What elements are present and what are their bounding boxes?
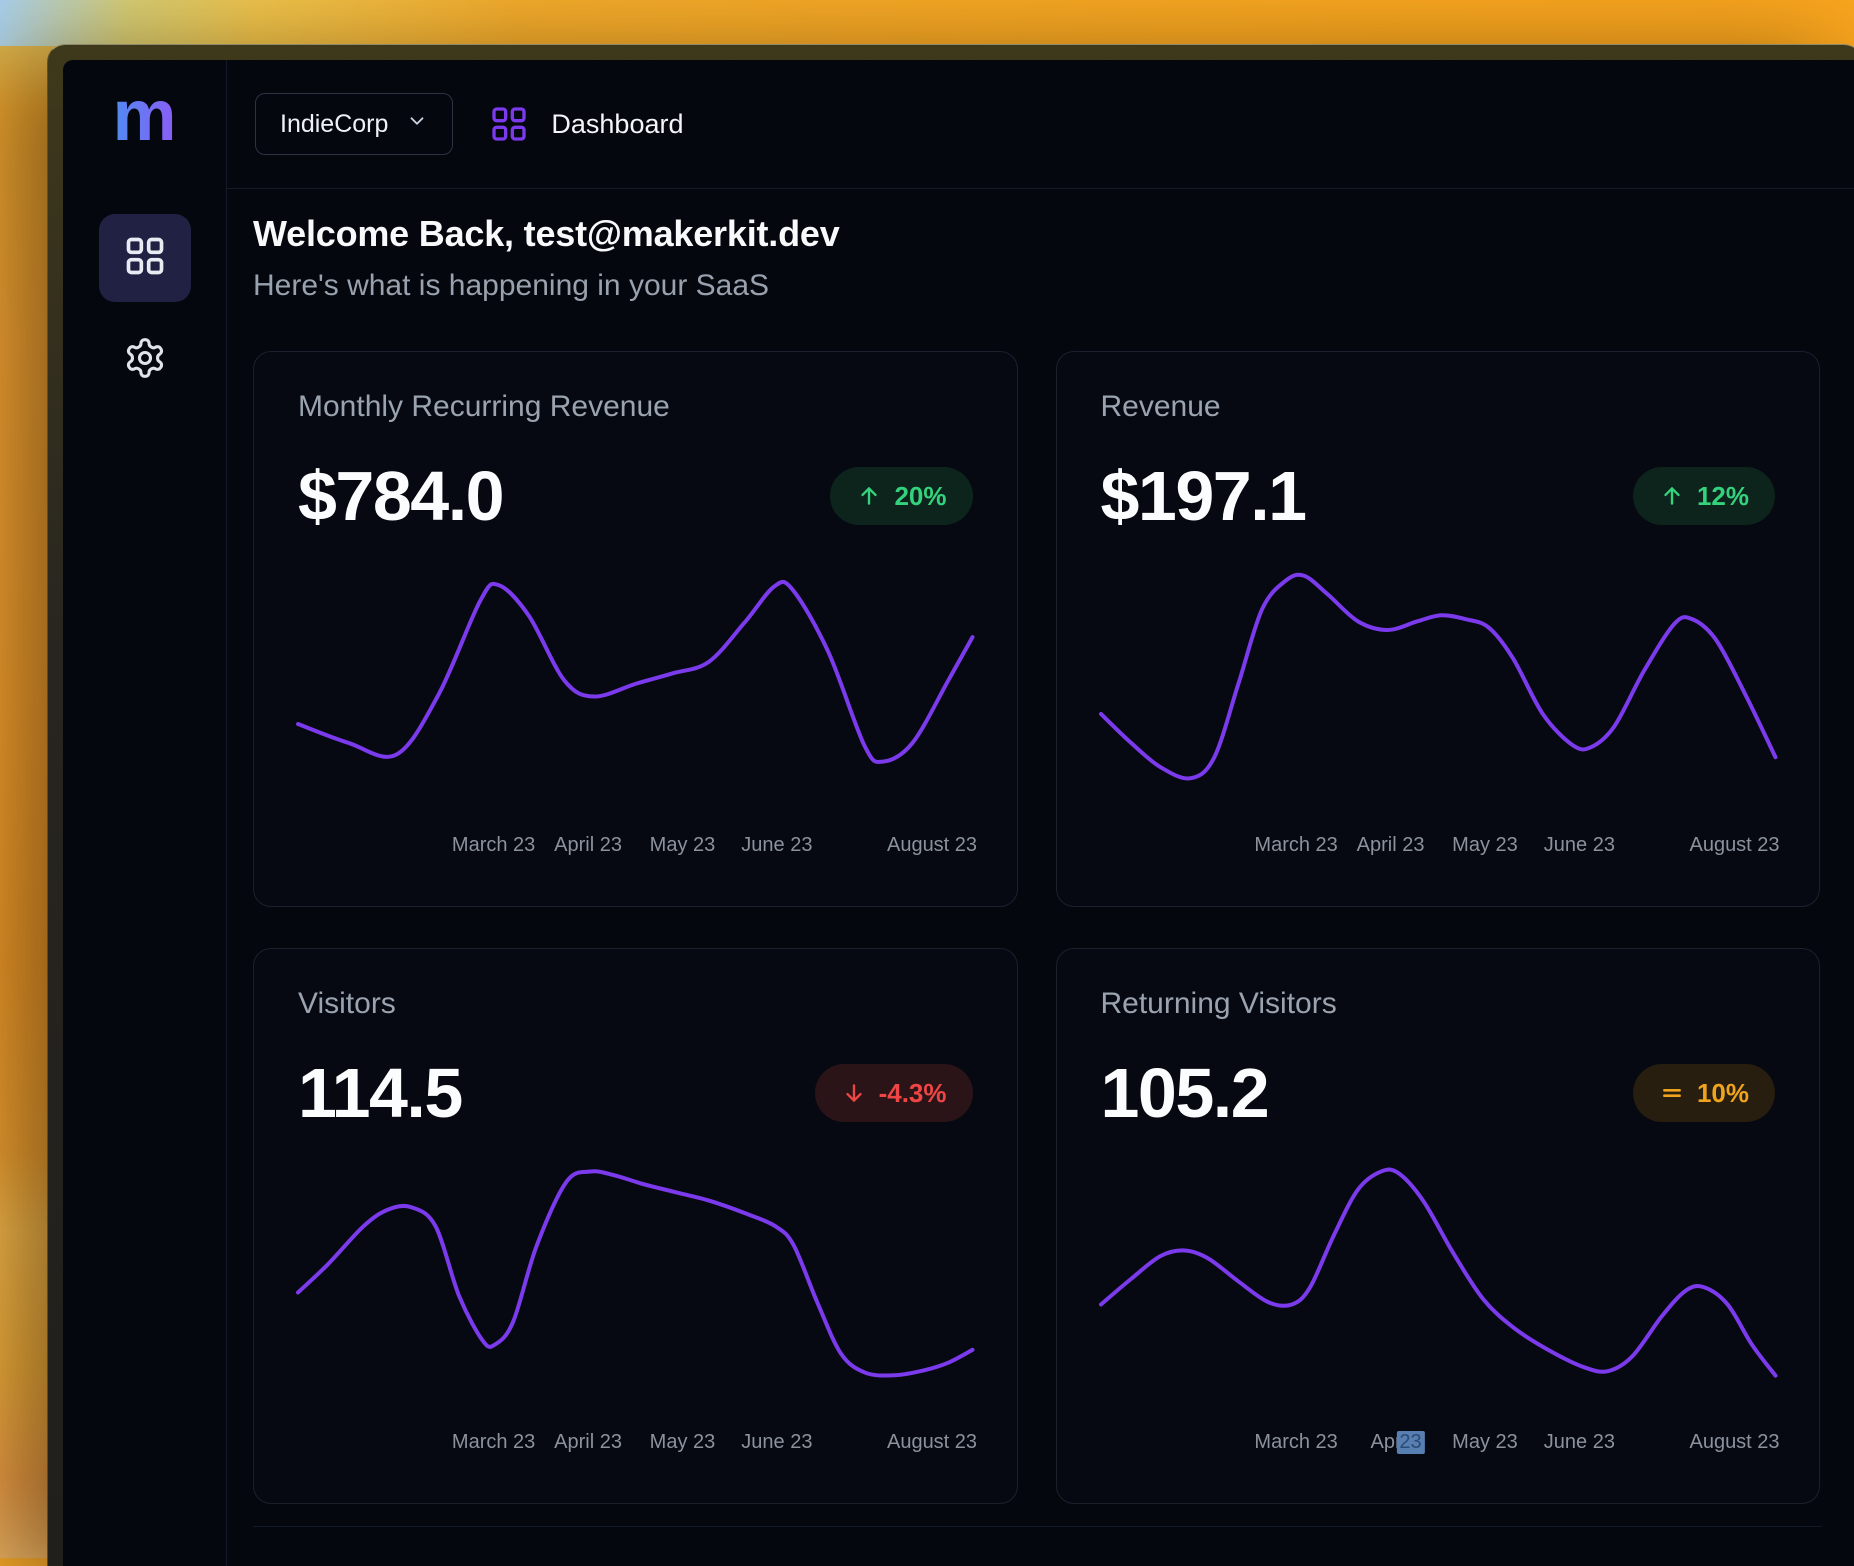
x-axis-label: June 23	[1544, 834, 1615, 857]
x-axis-label: March 23	[1254, 1431, 1337, 1454]
x-axis-label: June 23	[1544, 1431, 1615, 1454]
metric-title: Revenue	[1101, 390, 1776, 424]
trend-delta: 20%	[894, 481, 946, 512]
breadcrumb: Dashboard	[489, 104, 683, 144]
top-bar: IndieCorp Dashboard	[227, 60, 1854, 189]
makerkit-logo: m	[112, 80, 176, 152]
metric-value: $784.0	[298, 456, 503, 536]
trend-delta: 10%	[1697, 1078, 1749, 1109]
gear-icon	[123, 336, 167, 385]
x-axis-label: May 23	[1452, 1431, 1518, 1454]
team-selector-label: IndieCorp	[280, 110, 388, 139]
x-axis-label: May 23	[1452, 834, 1518, 857]
dashboard-content: Welcome Back, test@makerkit.dev Here's w…	[227, 189, 1854, 1566]
trend-badge: 10%	[1633, 1064, 1775, 1122]
line-chart: March 23April 23May 23June 23August 23	[298, 1141, 973, 1473]
metric-value-row: 114.5 -4.3%	[298, 1053, 973, 1133]
metric-card: Returning Visitors 105.2 10% March 23 Apr…	[1056, 948, 1821, 1504]
line-chart: March 23 April 23 May 23 June 23 August 23	[1101, 1141, 1776, 1473]
trend-badge: 20%	[830, 467, 972, 525]
metric-card: Visitors 114.5 -4.3% March 23 April 23 May…	[253, 948, 1018, 1504]
trend-delta: 12%	[1697, 481, 1749, 512]
x-axis-label: March 23	[452, 834, 535, 857]
app-surface: m	[63, 60, 1854, 1566]
x-axis-label: August 23	[1689, 834, 1779, 857]
x-axis-label: August 23	[887, 1431, 977, 1454]
metric-cards-grid: Monthly Recurring Revenue $784.0 20% Mar…	[253, 351, 1820, 1504]
text-selection: 23	[1396, 1431, 1424, 1454]
arrow-up-icon	[856, 483, 882, 509]
x-axis-label: March 23	[452, 1431, 535, 1454]
metric-card: Monthly Recurring Revenue $784.0 20% Mar…	[253, 351, 1018, 907]
main-column: IndieCorp Dashboard Welcome Back, test@m…	[227, 60, 1854, 1566]
metric-card: Revenue $197.1 12% March 23 April 23 May 2…	[1056, 351, 1821, 907]
welcome-title: Welcome Back, test@makerkit.dev	[253, 213, 1822, 255]
arrow-down-icon	[841, 1080, 867, 1106]
chart-x-axis-labels: March 23 April 23 May 23 June 23 August 23	[1101, 834, 1776, 860]
chart-line	[298, 1169, 973, 1379]
next-row-divider	[253, 1526, 1822, 1527]
arrow-up-icon	[1659, 483, 1685, 509]
desktop-wallpaper-top	[0, 0, 1854, 46]
x-axis-label: May 23	[650, 1431, 716, 1454]
trend-badge: 12%	[1633, 467, 1775, 525]
metric-value: 105.2	[1101, 1053, 1269, 1133]
chart-line	[298, 572, 973, 782]
sidebar-item-settings[interactable]	[99, 328, 191, 392]
x-axis-label: April 23	[554, 1431, 622, 1454]
app-window: m	[47, 44, 1854, 1566]
metric-title: Monthly Recurring Revenue	[298, 390, 973, 424]
trend-delta: -4.3%	[879, 1078, 947, 1109]
x-axis-label: August 23	[887, 834, 977, 857]
metric-title: Returning Visitors	[1101, 987, 1776, 1021]
metric-value-row: $197.1 12%	[1101, 456, 1776, 536]
layout-grid-icon	[123, 234, 167, 283]
chart-x-axis-labels: March 23April 23May 23June 23August 23	[298, 834, 973, 860]
chart-line	[1101, 572, 1776, 782]
sidebar-nav	[99, 214, 191, 392]
x-axis-label: June 23	[741, 1431, 812, 1454]
dashboard-grid-icon	[489, 104, 529, 144]
metric-value: 114.5	[298, 1053, 462, 1133]
line-chart: March 23 April 23 May 23 June 23 August 23	[1101, 544, 1776, 876]
team-selector-button[interactable]: IndieCorp	[255, 93, 453, 155]
metric-title: Visitors	[298, 987, 973, 1021]
chart-line	[1101, 1169, 1776, 1379]
x-axis-label: August 23	[1689, 1431, 1779, 1454]
chart-x-axis-labels: March 23 April 23 May 23 June 23 August 23	[1101, 1431, 1776, 1457]
equals-icon	[1659, 1080, 1685, 1106]
x-axis-label: June 23	[741, 834, 812, 857]
metric-value-row: $784.0 20%	[298, 456, 973, 536]
x-axis-label: May 23	[650, 834, 716, 857]
chevron-down-icon	[406, 110, 428, 139]
line-chart: March 23April 23May 23June 23August 23	[298, 544, 973, 876]
x-axis-label: April 23	[554, 834, 622, 857]
x-axis-label: March 23	[1254, 834, 1337, 857]
x-axis-label: April 23	[1357, 834, 1425, 857]
sidebar-item-dashboard[interactable]	[99, 214, 191, 302]
x-axis-label: April 23	[1371, 1431, 1411, 1454]
metric-value-row: 105.2 10%	[1101, 1053, 1776, 1133]
sidebar: m	[63, 60, 227, 1566]
chart-x-axis-labels: March 23April 23May 23June 23August 23	[298, 1431, 973, 1457]
metric-value: $197.1	[1101, 456, 1306, 536]
page-title: Dashboard	[551, 109, 683, 140]
trend-badge: -4.3%	[815, 1064, 973, 1122]
welcome-subtitle: Here's what is happening in your SaaS	[253, 269, 1822, 303]
